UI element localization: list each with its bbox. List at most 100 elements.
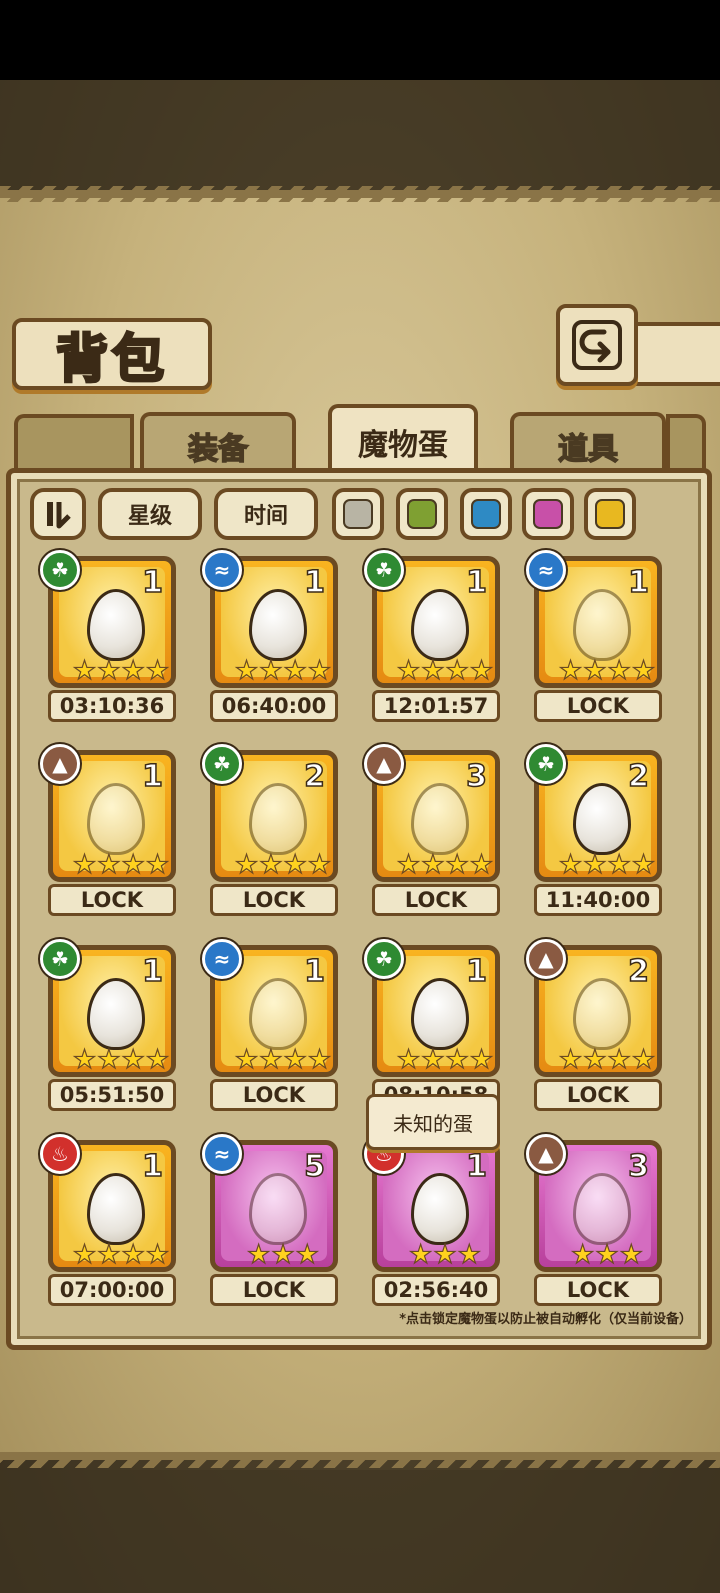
sort-toggle-button[interactable] <box>30 488 86 540</box>
egg-count: 1 <box>465 564 487 601</box>
egg-count: 1 <box>141 1148 163 1185</box>
egg-status-label[interactable]: LOCK <box>210 884 338 916</box>
star-rating: ★ ★ ★ ★ <box>63 850 179 880</box>
star-rating: ★ ★ ★ ★ <box>225 656 341 686</box>
egg-status-label[interactable]: LOCK <box>48 884 176 916</box>
egg-card[interactable]: 1 ★ ★ ★ ★ ≈ LOCK <box>202 939 342 1115</box>
star-icon: ★ <box>631 1045 656 1075</box>
star-rating: ★ ★ ★ <box>225 1240 341 1270</box>
back-arrow-icon <box>572 320 622 370</box>
star-icon: ★ <box>558 850 583 880</box>
star-rating: ★ ★ ★ ★ <box>63 656 179 686</box>
egg-status-label[interactable]: LOCK <box>372 884 500 916</box>
fire-element-icon: ♨ <box>40 1134 80 1174</box>
star-rating: ★ ★ ★ ★ <box>549 656 665 686</box>
filter-color-pink[interactable] <box>522 488 574 540</box>
egg-count: 1 <box>465 1148 487 1185</box>
egg-card[interactable]: 1★★★★☘08:10:58 <box>364 939 504 1115</box>
star-icon: ★ <box>97 656 122 686</box>
egg-card[interactable]: 1 ★ ★ ★ ★ ☘ 05:51:50 <box>40 939 180 1115</box>
egg-card[interactable]: 1 ★ ★ ★ ★ ≈06:40:00 <box>202 550 342 726</box>
star-rating: ★ ★ ★ ★ <box>387 1045 503 1075</box>
star-rating: ★ ★ ★ ★ <box>549 850 665 880</box>
sort-by-time-button[interactable]: 时间 <box>214 488 318 540</box>
egg-name-tooltip: 未知的蛋 <box>366 1094 500 1150</box>
tab-monster-eggs[interactable]: 魔物蛋 <box>328 404 478 476</box>
star-icon: ★ <box>558 656 583 686</box>
title-plate: 背包 <box>12 318 212 391</box>
egg-card[interactable]: 3 ★ ★ ★ ★ ▲ LOCK <box>364 744 504 920</box>
egg-card[interactable]: 1 ★ ★ ★ ★ ≈ LOCK <box>526 550 666 726</box>
egg-status-label[interactable]: 12:01:57 <box>372 690 500 722</box>
star-icon: ★ <box>469 850 494 880</box>
egg-count: 1 <box>303 953 325 990</box>
star-icon: ★ <box>619 1240 644 1270</box>
star-icon: ★ <box>433 1240 458 1270</box>
star-icon: ★ <box>583 1045 608 1075</box>
star-icon: ★ <box>469 656 494 686</box>
egg-status-label[interactable]: 07:00:00 <box>48 1274 176 1306</box>
egg-status-label[interactable]: 06:40:00 <box>210 690 338 722</box>
star-icon: ★ <box>307 656 332 686</box>
back-button[interactable] <box>556 304 638 386</box>
star-icon: ★ <box>234 850 259 880</box>
star-icon: ★ <box>396 1045 421 1075</box>
star-icon: ★ <box>295 1240 320 1270</box>
star-icon: ★ <box>396 850 421 880</box>
water-element-icon: ≈ <box>202 550 242 590</box>
leaf-element-icon: ☘ <box>202 744 242 784</box>
egg-card[interactable]: 1 ★ ★ ★ ★ ☘ 03:10:36 <box>40 550 180 726</box>
star-rating: ★ ★ ★ <box>549 1240 665 1270</box>
egg-status-label[interactable]: 11:40:00 <box>534 884 662 916</box>
egg-status-label[interactable]: 03:10:36 <box>48 690 176 722</box>
star-icon: ★ <box>145 850 170 880</box>
filter-color-gray[interactable] <box>332 488 384 540</box>
star-icon: ★ <box>283 1045 308 1075</box>
star-icon: ★ <box>145 656 170 686</box>
egg-status-label[interactable]: LOCK <box>210 1274 338 1306</box>
egg-card[interactable]: 1 ★ ★ ★ ★ ♨ 07:00:00 <box>40 1134 180 1310</box>
egg-card[interactable]: 3 ★ ★ ★ ▲ LOCK <box>526 1134 666 1310</box>
egg-card[interactable]: 1 ★ ★ ★ ♨ 02:56:40 <box>364 1134 504 1310</box>
egg-card[interactable]: 1 ★ ★ ★ ★ ▲ LOCK <box>40 744 180 920</box>
filter-color-blue[interactable] <box>460 488 512 540</box>
star-icon: ★ <box>72 850 97 880</box>
star-icon: ★ <box>121 1240 146 1270</box>
egg-status-label[interactable]: LOCK <box>534 1079 662 1111</box>
status-bar-area <box>0 0 720 80</box>
star-icon: ★ <box>121 1045 146 1075</box>
color-swatch <box>471 499 501 529</box>
lock-hint-footnote: *点击锁定魔物蛋以防止被自动孵化（仅当前设备） <box>399 1312 692 1327</box>
egg-card[interactable]: 1 ★ ★ ★ ★ ☘ 12:01:57 <box>364 550 504 726</box>
egg-count: 3 <box>627 1148 649 1185</box>
egg-count: 1 <box>303 564 325 601</box>
egg-status-label[interactable]: LOCK <box>534 690 662 722</box>
star-icon: ★ <box>595 1240 620 1270</box>
star-rating: ★ ★ ★ <box>387 1240 503 1270</box>
filter-color-green[interactable] <box>396 488 448 540</box>
egg-count: 3 <box>465 758 487 795</box>
egg-status-label[interactable]: 05:51:50 <box>48 1079 176 1111</box>
egg-card[interactable]: 2 ★ ★ ★ ★ ☘ LOCK <box>202 744 342 920</box>
tab-equipment[interactable]: 装备 <box>140 412 296 476</box>
star-icon: ★ <box>234 1045 259 1075</box>
leaf-element-icon: ☘ <box>364 939 404 979</box>
egg-status-label[interactable]: 02:56:40 <box>372 1274 500 1306</box>
sort-by-star-button[interactable]: 星级 <box>98 488 202 540</box>
tab-items[interactable]: 道具 <box>510 412 666 476</box>
egg-card[interactable]: 2 ★ ★ ★ ★ ☘ 11:40:00 <box>526 744 666 920</box>
star-rating: ★ ★ ★ ★ <box>225 850 341 880</box>
egg-card[interactable]: 5 ★ ★ ★ ≈ LOCK <box>202 1134 342 1310</box>
star-icon: ★ <box>145 1045 170 1075</box>
filter-color-yellow[interactable] <box>584 488 636 540</box>
egg-card[interactable]: 2 ★ ★ ★ ★ ▲ LOCK <box>526 939 666 1115</box>
egg-status-label[interactable]: LOCK <box>210 1079 338 1111</box>
egg-count: 1 <box>141 564 163 601</box>
star-rating: ★ ★ ★ ★ <box>63 1240 179 1270</box>
egg-count: 2 <box>303 758 325 795</box>
egg-status-label[interactable]: LOCK <box>534 1274 662 1306</box>
star-icon: ★ <box>445 656 470 686</box>
star-icon: ★ <box>607 656 632 686</box>
color-swatch <box>343 499 373 529</box>
star-rating: ★ ★ ★ ★ <box>549 1045 665 1075</box>
